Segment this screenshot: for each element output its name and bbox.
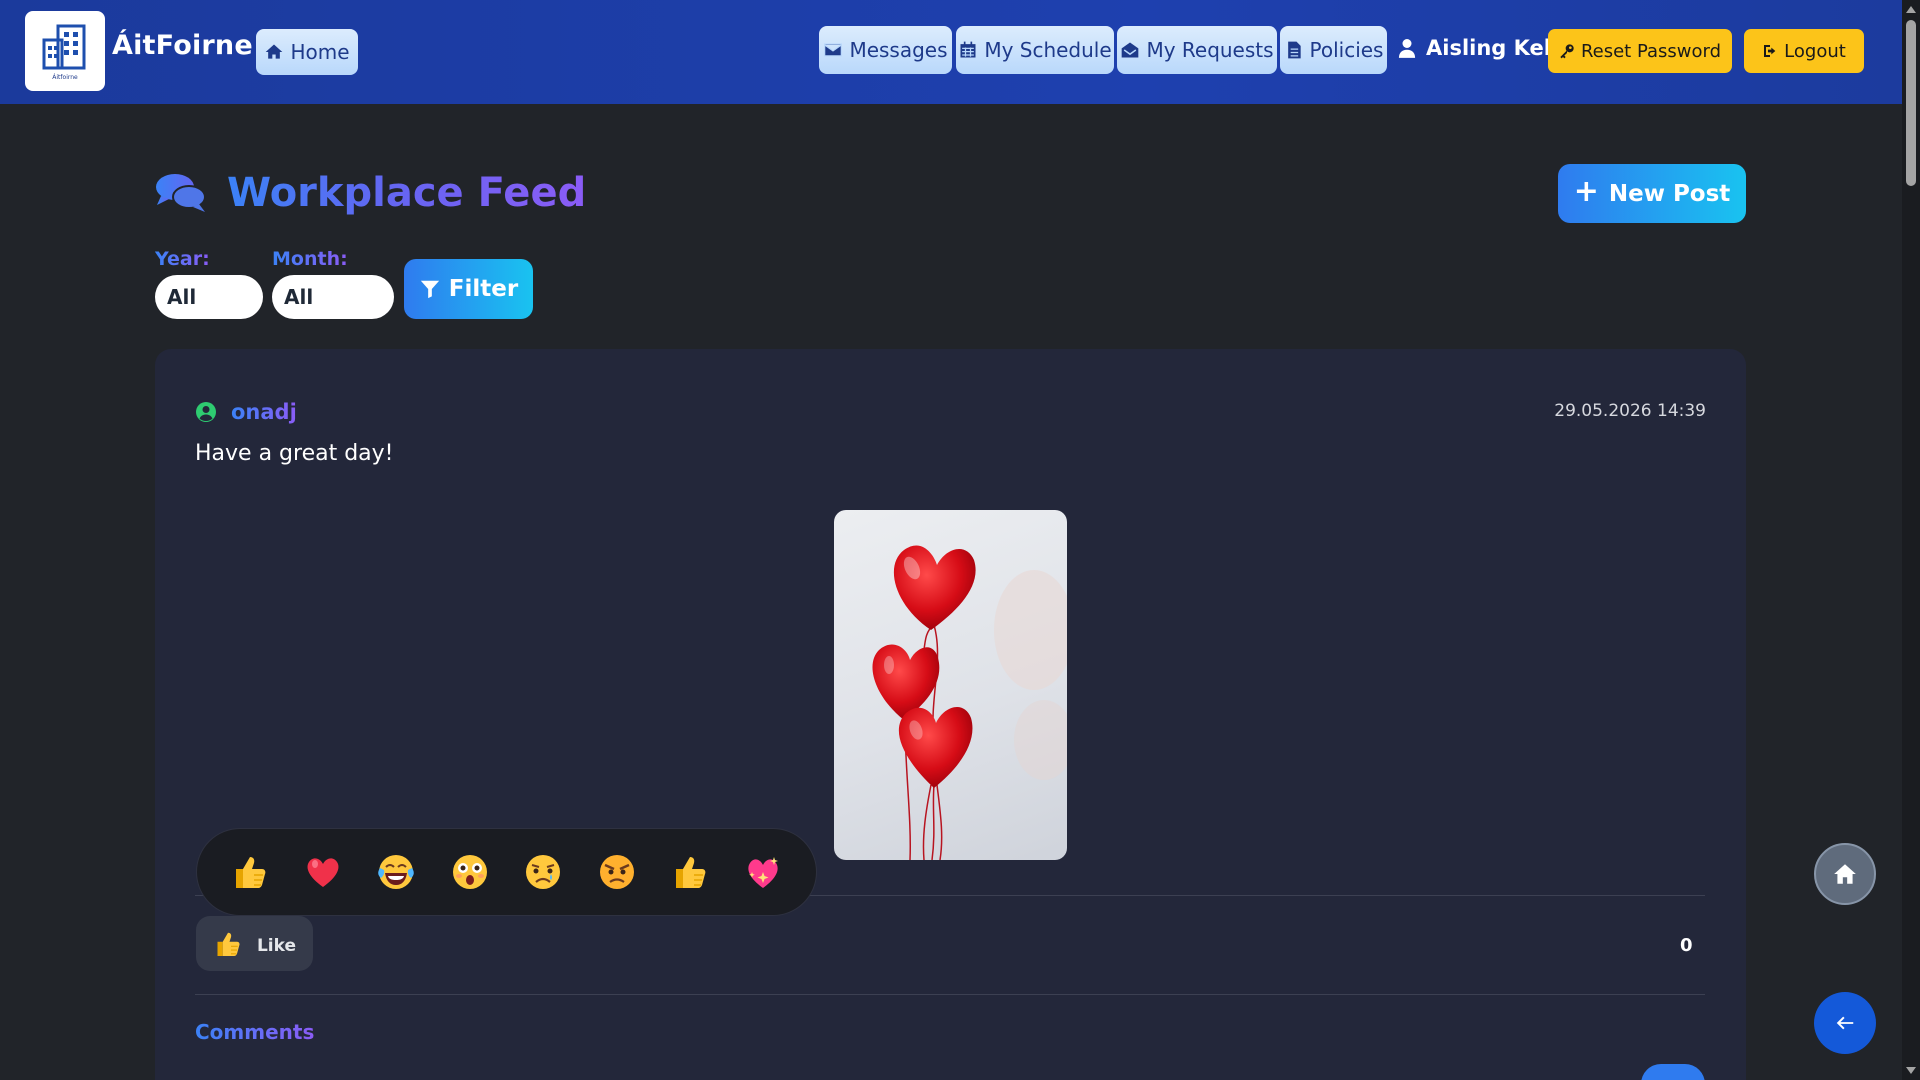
page-title-text: Workplace Feed <box>227 170 587 216</box>
thumbs-up-icon <box>217 932 240 956</box>
thumbs-up-icon <box>675 857 706 888</box>
reaction-picker <box>196 828 817 916</box>
new-post-button[interactable]: + New Post <box>1558 164 1746 223</box>
like-button[interactable]: Like <box>196 916 313 971</box>
like-count: 0 <box>1680 935 1693 956</box>
post-author[interactable]: onadj <box>195 400 297 424</box>
reaction-laugh[interactable] <box>373 849 419 895</box>
logout-button[interactable]: Logout <box>1744 29 1864 73</box>
funnel-icon <box>420 280 439 299</box>
comment-submit-button[interactable] <box>1641 1064 1705 1080</box>
comments-title: Comments <box>195 1020 315 1044</box>
reaction-heart[interactable] <box>300 849 346 895</box>
filter-button[interactable]: Filter <box>404 259 533 319</box>
month-label: Month: <box>272 248 348 270</box>
home-icon <box>266 44 283 59</box>
messages-button-label: Messages <box>849 38 948 62</box>
logout-label: Logout <box>1784 40 1846 62</box>
app-logo[interactable]: Áitfoirne <box>25 11 105 91</box>
top-navbar: Áitfoirne ÁitFoirne Home Messages My Sch… <box>0 0 1902 104</box>
user-info: Aisling Kelly <box>1398 36 1572 60</box>
my-schedule-button[interactable]: My Schedule <box>956 26 1114 74</box>
policies-button-label: Policies <box>1309 38 1384 62</box>
angry-icon <box>599 855 634 889</box>
month-select[interactable]: All <box>272 275 394 319</box>
reaction-thumbs-up[interactable] <box>227 849 273 895</box>
reaction-sad[interactable] <box>520 849 566 895</box>
arrow-left-icon <box>1836 1016 1854 1030</box>
user-icon <box>1398 39 1416 58</box>
post-text: Have a great day! <box>195 441 394 466</box>
brand-name[interactable]: ÁitFoirne <box>112 30 253 61</box>
heart-balloons-photo <box>872 545 1067 860</box>
envelope-open-icon <box>1122 42 1139 58</box>
my-requests-button-label: My Requests <box>1146 38 1274 62</box>
envelope-icon <box>824 43 843 57</box>
plus-icon: + <box>1573 174 1599 209</box>
page-title: Workplace Feed <box>155 170 586 216</box>
my-requests-button[interactable]: My Requests <box>1117 26 1277 74</box>
author-name: onadj <box>231 400 297 424</box>
sparkling-heart-icon <box>748 857 779 888</box>
like-label: Like <box>256 935 297 956</box>
scroll-thumb[interactable] <box>1906 20 1916 186</box>
post-image[interactable] <box>834 510 1067 860</box>
reaction-angry[interactable] <box>594 849 640 895</box>
user-circle-icon <box>196 402 216 422</box>
astonished-icon <box>452 855 487 889</box>
reaction-wow[interactable] <box>447 849 493 895</box>
reset-password-label: Reset Password <box>1580 40 1722 62</box>
reset-password-button[interactable]: Reset Password <box>1548 29 1732 73</box>
home-button[interactable]: Home <box>256 29 358 75</box>
tears-of-joy-icon <box>378 855 415 889</box>
reaction-sparkling-heart[interactable] <box>740 849 786 895</box>
home-button-label: Home <box>290 40 350 64</box>
back-button[interactable] <box>1814 992 1876 1054</box>
card-divider <box>195 994 1705 995</box>
logo-caption: Áitfoirne <box>52 73 78 81</box>
building-icon <box>42 24 86 69</box>
scroll-up-icon[interactable] <box>1906 6 1916 13</box>
red-heart-icon <box>307 858 339 887</box>
year-label: Year: <box>155 248 210 270</box>
filter-label: Filter <box>448 276 519 302</box>
my-schedule-button-label: My Schedule <box>984 38 1112 62</box>
home-icon <box>1834 864 1856 884</box>
page-scrollbar[interactable] <box>1902 0 1920 1080</box>
policies-button[interactable]: Policies <box>1280 26 1387 74</box>
thumbs-up-icon <box>235 857 266 888</box>
scroll-home-button[interactable] <box>1814 843 1876 905</box>
sad-icon <box>526 855 561 889</box>
new-post-label: New Post <box>1608 180 1731 207</box>
year-select[interactable]: All <box>155 275 263 319</box>
post-date: 29.05.2026 14:39 <box>1554 401 1706 421</box>
messages-button[interactable]: Messages <box>819 26 952 74</box>
calendar-icon <box>960 41 976 58</box>
key-icon <box>1560 44 1574 59</box>
sign-out-icon <box>1764 45 1776 57</box>
scroll-down-icon[interactable] <box>1906 1067 1916 1074</box>
reaction-thumbs-up-2[interactable] <box>667 849 713 895</box>
comments-icon <box>156 174 206 212</box>
document-icon <box>1287 41 1301 59</box>
